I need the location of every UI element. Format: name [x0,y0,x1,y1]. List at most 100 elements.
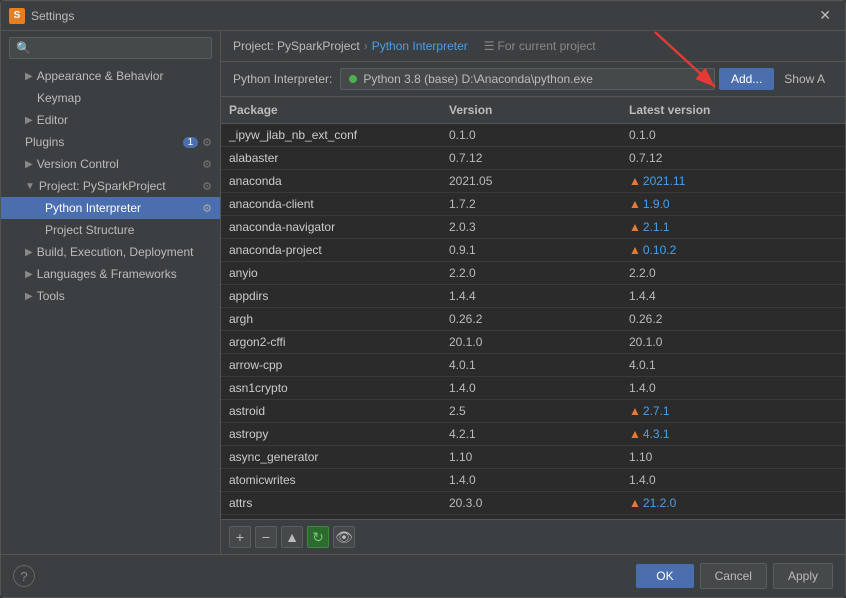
ok-button[interactable]: OK [636,564,693,588]
cell-latest: 0.26.2 [621,310,845,328]
sidebar-item-label: Python Interpreter [45,201,141,215]
cell-package: astropy [221,425,441,443]
table-row[interactable]: argh0.26.20.26.2 [221,308,845,331]
up-arrow-icon: ▲ [629,496,641,510]
tab-icon: ☰ [484,39,495,53]
help-button[interactable]: ? [13,565,35,587]
sidebar-item-editor[interactable]: ▶ Editor [1,109,220,131]
cell-version: 1.7.2 [441,195,621,213]
cell-version: 0.1.0 [441,126,621,144]
cell-version: 2.2.0 [441,264,621,282]
cell-package: anaconda-project [221,241,441,259]
cell-package: arrow-cpp [221,356,441,374]
sidebar-item-label: Keymap [37,91,81,105]
up-package-button[interactable]: ▲ [281,526,303,548]
sidebar-item-label: Build, Execution, Deployment [37,245,194,259]
breadcrumb-tab[interactable]: ☰ For current project [484,39,596,53]
vcs-icon: ⚙ [202,158,212,171]
table-row[interactable]: anaconda-project0.9.1▲0.10.2 [221,239,845,262]
cell-version: 1.10 [441,448,621,466]
interpreter-select[interactable]: Python 3.8 (base) D:\Anaconda\python.exe [340,68,715,90]
cell-package: alabaster [221,149,441,167]
refresh-button[interactable]: ↻ [307,526,329,548]
up-arrow-icon: ▲ [629,404,641,418]
cell-package: anaconda-navigator [221,218,441,236]
cell-version: 20.1.0 [441,333,621,351]
cell-version: 0.7.12 [441,149,621,167]
cell-version: 4.0.1 [441,356,621,374]
cell-latest: ▲2.7.1 [621,402,845,420]
cell-version: 1.4.0 [441,379,621,397]
apply-button[interactable]: Apply [773,563,833,589]
cell-latest: ▲0.10.2 [621,241,845,259]
cell-version: 2.0.3 [441,218,621,236]
table-row[interactable]: anaconda2021.05▲2021.11 [221,170,845,193]
cell-latest: 0.1.0 [621,126,845,144]
interpreter-value: Python 3.8 (base) D:\Anaconda\python.exe [363,72,592,86]
up-arrow-icon: ▲ [629,243,641,257]
cell-latest: ▲21.2.0 [621,494,845,512]
table-row[interactable]: anaconda-client1.7.2▲1.9.0 [221,193,845,216]
dialog-bottom: ? OK Cancel Apply [1,554,845,597]
window-title: Settings [31,9,813,23]
sidebar: 🔍 ▶ Appearance & Behavior Keymap ▶ Edito… [1,31,221,554]
cell-version: 0.9.1 [441,241,621,259]
cell-latest: 1.4.0 [621,471,845,489]
sidebar-item-project[interactable]: ▼ Project: PySparkProject ⚙ [1,175,220,197]
sidebar-item-python-interpreter[interactable]: Python Interpreter ⚙ [1,197,220,219]
expand-icon: ▶ [25,247,33,258]
table-row[interactable]: anyio2.2.02.2.0 [221,262,845,285]
expand-icon: ▶ [25,269,33,280]
cell-package: anaconda [221,172,441,190]
breadcrumb-current: Python Interpreter [372,39,468,53]
sidebar-item-label: Plugins [25,135,64,149]
cell-package: atomicwrites [221,471,441,489]
table-row[interactable]: attrs20.3.0▲21.2.0 [221,492,845,515]
interpreter-icon: ⚙ [202,202,212,215]
settings-window: S Settings ✕ 🔍 ▶ Appearance & Behavior K… [0,0,846,598]
search-icon: 🔍 [16,41,31,55]
table-row[interactable]: asn1crypto1.4.01.4.0 [221,377,845,400]
cell-latest: 20.1.0 [621,333,845,351]
add-package-button[interactable]: + [229,526,251,548]
table-row[interactable]: anaconda-navigator2.0.3▲2.1.1 [221,216,845,239]
sidebar-item-label: Version Control [37,157,119,171]
table-row[interactable]: argon2-cffi20.1.020.1.0 [221,331,845,354]
table-row[interactable]: astroid2.5▲2.7.1 [221,400,845,423]
cell-latest: 1.10 [621,448,845,466]
close-button[interactable]: ✕ [813,5,837,26]
table-row[interactable]: alabaster0.7.120.7.12 [221,147,845,170]
right-panel: Project: PySparkProject › Python Interpr… [221,31,845,554]
sidebar-item-project-structure[interactable]: Project Structure [1,219,220,241]
sidebar-item-appearance[interactable]: ▶ Appearance & Behavior [1,65,220,87]
table-row[interactable]: async_generator1.101.10 [221,446,845,469]
sidebar-item-plugins[interactable]: Plugins 1 ⚙ [1,131,220,153]
remove-package-button[interactable]: − [255,526,277,548]
add-interpreter-button[interactable]: Add... [719,68,774,90]
table-row[interactable]: atomicwrites1.4.01.4.0 [221,469,845,492]
table-row[interactable]: arrow-cpp4.0.14.0.1 [221,354,845,377]
sidebar-item-build[interactable]: ▶ Build, Execution, Deployment [1,241,220,263]
table-row[interactable]: _ipyw_jlab_nb_ext_conf0.1.00.1.0 [221,124,845,147]
table-row[interactable]: astropy4.2.1▲4.3.1 [221,423,845,446]
cancel-button[interactable]: Cancel [700,563,767,589]
app-icon: S [9,8,25,24]
sidebar-item-label: Appearance & Behavior [37,69,164,83]
cell-latest: 0.7.12 [621,149,845,167]
cell-latest: ▲2.1.1 [621,218,845,236]
sidebar-item-languages[interactable]: ▶ Languages & Frameworks [1,263,220,285]
eye-button[interactable]: 👁 [333,526,355,548]
search-box[interactable]: 🔍 [9,37,212,59]
show-all-button[interactable]: Show A [776,68,833,90]
table-row[interactable]: appdirs1.4.41.4.4 [221,285,845,308]
plugin-config-icon: ⚙ [202,136,212,149]
cell-package: async_generator [221,448,441,466]
sidebar-item-version-control[interactable]: ▶ Version Control ⚙ [1,153,220,175]
sidebar-item-tools[interactable]: ▶ Tools [1,285,220,307]
expand-icon: ▶ [25,159,33,170]
sidebar-item-keymap[interactable]: Keymap [1,87,220,109]
search-input[interactable] [35,41,205,55]
cell-latest: 1.4.4 [621,287,845,305]
cell-latest: 1.4.0 [621,379,845,397]
interpreter-label: Python Interpreter: [233,72,332,86]
